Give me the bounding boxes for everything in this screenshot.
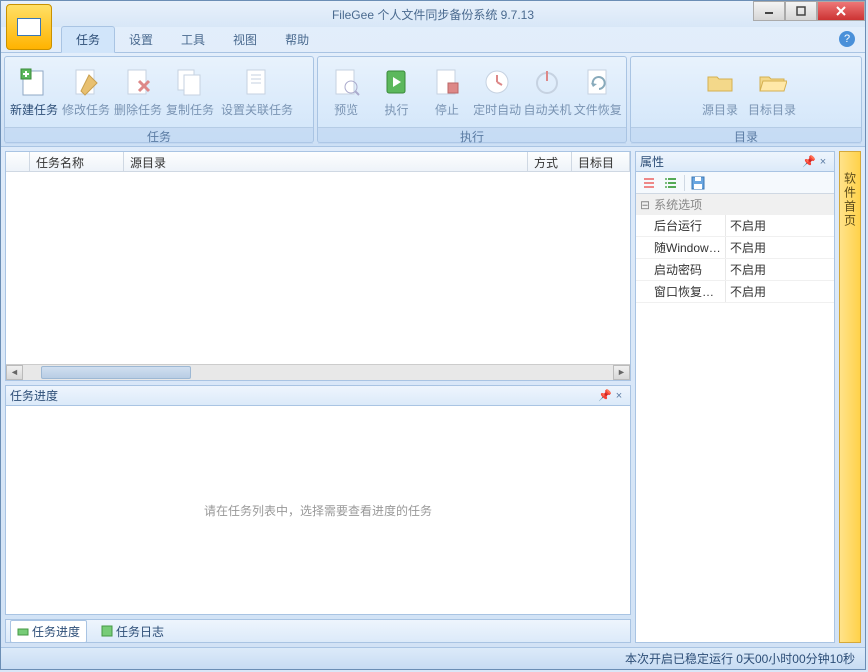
tab-view[interactable]: 视图 bbox=[219, 27, 271, 52]
scroll-right-button[interactable]: ► bbox=[613, 365, 630, 380]
progress-placeholder: 请在任务列表中，选择需要查看进度的任务 bbox=[6, 406, 630, 614]
task-list-body[interactable] bbox=[6, 172, 630, 364]
scroll-left-button[interactable]: ◄ bbox=[6, 365, 23, 380]
panel-close-icon[interactable]: × bbox=[612, 389, 626, 403]
horizontal-scrollbar[interactable]: ◄ ► bbox=[6, 364, 630, 380]
copy-task-icon bbox=[174, 66, 206, 98]
folder-open-icon bbox=[756, 66, 788, 98]
copy-task-button[interactable]: 复制任务 bbox=[165, 59, 215, 125]
clock-icon bbox=[481, 66, 513, 98]
progress-tab-icon bbox=[17, 625, 29, 637]
side-tab-homepage[interactable]: 软件首页 bbox=[839, 151, 861, 643]
properties-panel: 属性 📌 × ⊟ 系统选项 后台运行不启用 随Windows... bbox=[635, 151, 835, 643]
ribbon-group-dir-label: 目录 bbox=[631, 127, 861, 144]
tab-help[interactable]: 帮助 bbox=[271, 27, 323, 52]
help-icon[interactable]: ? bbox=[839, 31, 855, 47]
stop-icon bbox=[431, 66, 463, 98]
col-mode[interactable]: 方式 bbox=[528, 152, 572, 171]
col-task-name[interactable]: 任务名称 bbox=[30, 152, 124, 171]
execute-button[interactable]: 执行 bbox=[372, 59, 420, 125]
prop-category[interactable]: ⊟ 系统选项 bbox=[636, 194, 834, 215]
prop-row[interactable]: 后台运行不启用 bbox=[636, 215, 834, 237]
tab-tools[interactable]: 工具 bbox=[167, 27, 219, 52]
schedule-button[interactable]: 定时自动 bbox=[473, 59, 521, 125]
tab-progress[interactable]: 任务进度 bbox=[10, 620, 87, 643]
log-tab-icon bbox=[101, 625, 113, 637]
progress-panel: 任务进度 📌 × 请在任务列表中，选择需要查看进度的任务 bbox=[5, 385, 631, 615]
col-source-dir[interactable]: 源目录 bbox=[124, 152, 528, 171]
ribbon: 新建任务 修改任务 删除任务 复制任务 设置关联任务 bbox=[1, 53, 865, 147]
delete-task-button[interactable]: 删除任务 bbox=[113, 59, 163, 125]
scroll-thumb[interactable] bbox=[41, 366, 191, 379]
file-restore-button[interactable]: 文件恢复 bbox=[574, 59, 622, 125]
folder-icon bbox=[704, 66, 736, 98]
new-task-icon bbox=[18, 66, 50, 98]
titlebar: FileGee 个人文件同步备份系统 9.7.13 bbox=[1, 1, 865, 27]
pin-icon[interactable]: 📌 bbox=[598, 389, 612, 403]
power-icon bbox=[531, 66, 563, 98]
statusbar: 本次开启已稳定运行 0天00小时00分钟10秒 bbox=[1, 647, 865, 669]
prop-alphabetical-button[interactable] bbox=[662, 174, 680, 192]
tab-settings[interactable]: 设置 bbox=[115, 27, 167, 52]
target-dir-button[interactable]: 目标目录 bbox=[747, 59, 797, 125]
auto-shutdown-button[interactable]: 自动关机 bbox=[523, 59, 571, 125]
play-icon bbox=[380, 66, 412, 98]
minimize-button[interactable] bbox=[753, 1, 785, 21]
edit-task-button[interactable]: 修改任务 bbox=[61, 59, 111, 125]
pin-icon[interactable]: 📌 bbox=[802, 155, 816, 169]
link-task-button[interactable]: 设置关联任务 bbox=[217, 59, 297, 125]
col-check[interactable] bbox=[6, 152, 30, 171]
prop-row[interactable]: 启动密码不启用 bbox=[636, 259, 834, 281]
new-task-button[interactable]: 新建任务 bbox=[9, 59, 59, 125]
tab-log[interactable]: 任务日志 bbox=[95, 621, 170, 642]
source-dir-button[interactable]: 源目录 bbox=[695, 59, 745, 125]
app-menu-button[interactable] bbox=[6, 4, 52, 50]
ribbon-group-task-label: 任务 bbox=[5, 127, 313, 144]
prop-row[interactable]: 随Windows...不启用 bbox=[636, 237, 834, 259]
progress-panel-title: 任务进度 bbox=[10, 387, 598, 404]
prop-row[interactable]: 窗口恢复密码不启用 bbox=[636, 281, 834, 303]
preview-button[interactable]: 预览 bbox=[322, 59, 370, 125]
stop-button[interactable]: 停止 bbox=[423, 59, 471, 125]
prop-save-button[interactable] bbox=[689, 174, 707, 192]
ribbon-group-exec-label: 执行 bbox=[318, 127, 626, 144]
prop-categorized-button[interactable] bbox=[640, 174, 658, 192]
link-task-icon bbox=[241, 66, 273, 98]
task-list-panel: 任务名称 源目录 方式 目标目录 ◄ ► bbox=[5, 151, 631, 381]
bottom-tabs: 任务进度 任务日志 bbox=[5, 619, 631, 643]
uptime-text: 本次开启已稳定运行 0天00小时00分钟10秒 bbox=[625, 650, 855, 667]
collapse-icon: ⊟ bbox=[640, 198, 650, 212]
restore-icon bbox=[582, 66, 614, 98]
window-title: FileGee 个人文件同步备份系统 9.7.13 bbox=[1, 6, 865, 23]
maximize-button[interactable] bbox=[785, 1, 817, 21]
properties-title: 属性 bbox=[640, 153, 802, 170]
menubar: 任务 设置 工具 视图 帮助 ? bbox=[1, 27, 865, 53]
tab-task[interactable]: 任务 bbox=[61, 26, 115, 53]
panel-close-icon[interactable]: × bbox=[816, 155, 830, 169]
close-button[interactable] bbox=[817, 1, 865, 21]
delete-task-icon bbox=[122, 66, 154, 98]
edit-task-icon bbox=[70, 66, 102, 98]
preview-icon bbox=[330, 66, 362, 98]
col-target-dir[interactable]: 目标目录 bbox=[572, 152, 630, 171]
